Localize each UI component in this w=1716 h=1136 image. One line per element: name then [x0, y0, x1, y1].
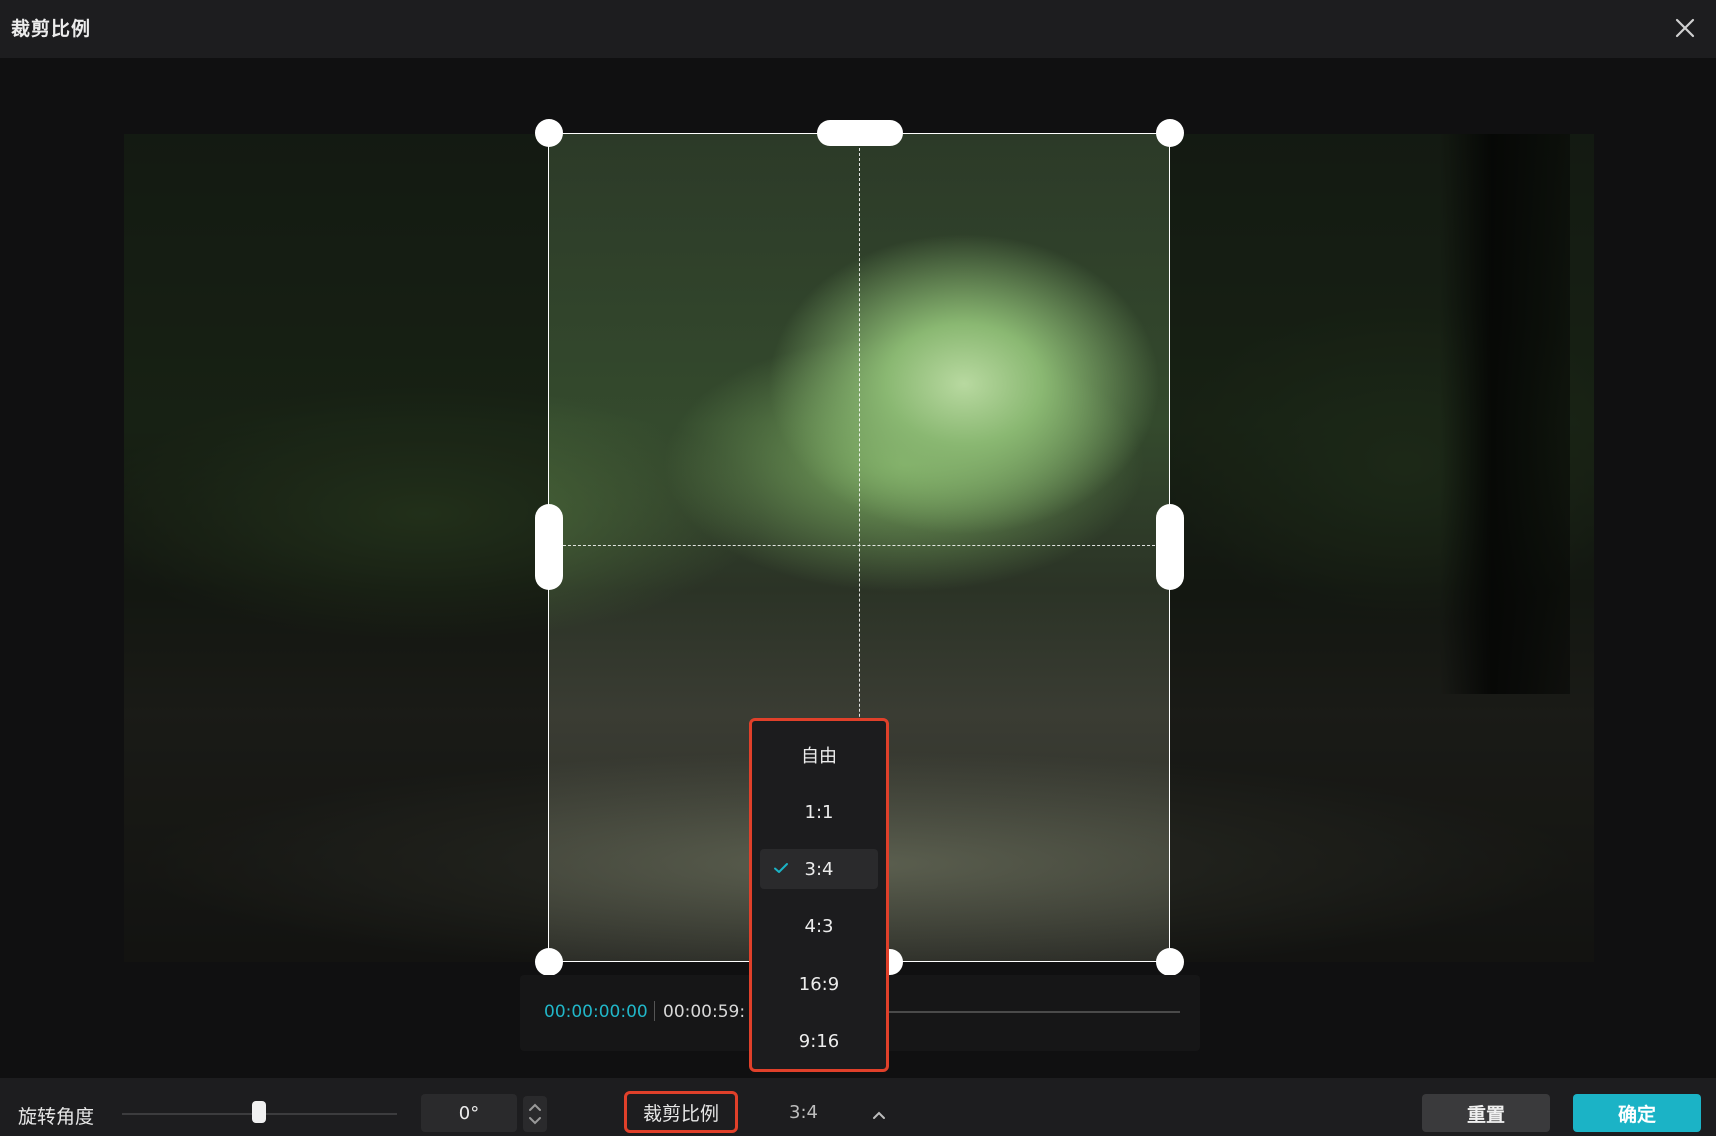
ratio-option-1-1[interactable]: 1:1	[760, 792, 878, 832]
crop-handle-left[interactable]	[535, 504, 563, 590]
crop-ratio-label: 裁剪比例	[624, 1091, 738, 1133]
rotation-label: 旋转角度	[18, 1106, 95, 1128]
crop-handle-top-left[interactable]	[535, 119, 563, 147]
ratio-option-label: 4:3	[804, 915, 834, 937]
ratio-option-4-3[interactable]: 4:3	[760, 906, 878, 946]
rotation-slider-thumb[interactable]	[252, 1101, 266, 1123]
confirm-button-label: 确定	[1617, 1103, 1656, 1126]
window-title: 裁剪比例	[11, 18, 92, 40]
ratio-option-label: 9:16	[798, 1030, 840, 1052]
crop-mask-left	[124, 134, 548, 962]
close-icon[interactable]	[1670, 13, 1700, 43]
ratio-option-label: 3:4	[804, 858, 834, 880]
progress-track[interactable]	[880, 1011, 1180, 1013]
check-icon	[774, 863, 788, 873]
ratio-option-label: 自由	[801, 746, 837, 767]
chevron-up-icon[interactable]	[870, 1108, 888, 1122]
crop-ratio-label-text: 裁剪比例	[642, 1102, 719, 1125]
reset-button-label: 重置	[1466, 1103, 1505, 1126]
crop-handle-bottom-right[interactable]	[1156, 948, 1184, 976]
title-bar: 裁剪比例	[0, 0, 1716, 59]
crop-handle-right[interactable]	[1156, 504, 1184, 590]
rotation-stepper[interactable]	[523, 1096, 547, 1132]
ratio-option-3-4[interactable]: 3:4	[760, 849, 878, 889]
ratio-option-label: 1:1	[804, 801, 834, 823]
ratio-option-9-16[interactable]: 9:16	[760, 1021, 878, 1061]
ratio-option-16-9[interactable]: 16:9	[760, 964, 878, 1004]
crop-mask-right	[1170, 134, 1594, 962]
crop-handle-top-right[interactable]	[1156, 119, 1184, 147]
total-timecode: 00:00:59:	[663, 1002, 746, 1022]
crop-guide-horizontal	[548, 545, 1170, 546]
rotation-angle-value: 0°	[458, 1102, 480, 1124]
confirm-button[interactable]: 确定	[1573, 1094, 1701, 1132]
ratio-dropdown-menu: 自由 1:1 3:4 4:3 16:9 9:16	[749, 718, 889, 1072]
current-timecode: 00:00:00:00	[544, 1002, 648, 1022]
reset-button[interactable]: 重置	[1422, 1094, 1550, 1132]
crop-handle-bottom-left[interactable]	[535, 948, 563, 976]
ratio-option-free[interactable]: 自由	[760, 735, 878, 775]
crop-ratio-select[interactable]: 3:4	[789, 1102, 818, 1123]
stepper-arrows-icon	[529, 1103, 541, 1125]
timecode-divider	[654, 1001, 655, 1021]
ratio-option-label: 16:9	[798, 973, 840, 995]
rotation-angle-input[interactable]: 0°	[421, 1094, 517, 1132]
crop-handle-top[interactable]	[817, 120, 903, 146]
